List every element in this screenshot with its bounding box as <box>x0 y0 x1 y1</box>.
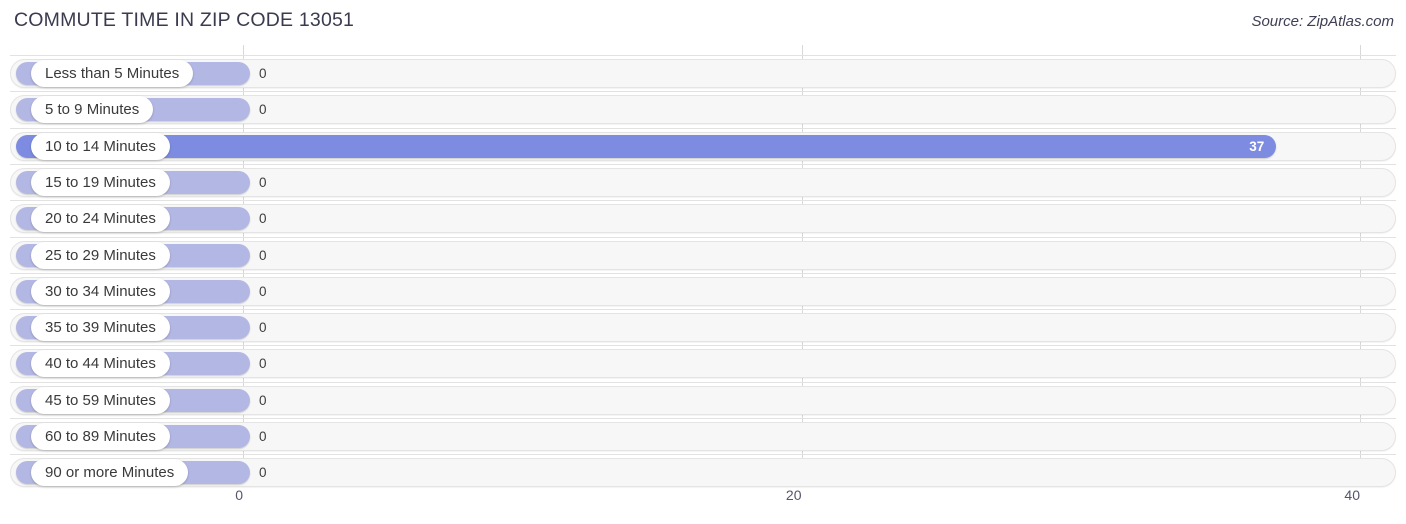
chart-row[interactable]: 37 10 to 14 Minutes <box>0 127 1406 164</box>
chart-row[interactable]: 0 5 to 9 Minutes <box>0 91 1406 127</box>
category-label: 5 to 9 Minutes <box>31 96 154 124</box>
bar-value-label: 37 <box>1249 138 1265 154</box>
page-title: COMMUTE TIME IN ZIP CODE 13051 <box>14 9 355 31</box>
bar-value-label: 0 <box>259 247 267 263</box>
row-separator <box>10 91 1396 93</box>
row-separator <box>10 345 1396 347</box>
row-separator <box>10 381 1396 383</box>
category-label: 60 to 89 Minutes <box>31 423 170 450</box>
row-separator <box>10 163 1396 165</box>
category-label: 40 to 44 Minutes <box>31 350 170 378</box>
row-separator <box>10 272 1396 274</box>
bar-value-label: 0 <box>259 211 267 227</box>
row-separator <box>10 55 1396 56</box>
bar-value-label: 0 <box>259 283 267 299</box>
category-label: 10 to 14 Minutes <box>31 132 170 160</box>
category-label: 20 to 24 Minutes <box>31 205 170 233</box>
x-axis-tick-label: 40 <box>1344 487 1360 503</box>
category-label: 15 to 19 Minutes <box>31 168 170 196</box>
x-axis: 0 20 40 <box>0 487 1406 512</box>
bar-value-label: 0 <box>259 320 267 336</box>
chart-row[interactable]: 0 90 or more Minutes <box>0 454 1406 490</box>
bar-value-label: 0 <box>259 356 267 372</box>
chart-row[interactable]: 0 40 to 44 Minutes <box>0 345 1406 381</box>
source-attribution: Source: ZipAtlas.com <box>1251 13 1394 30</box>
row-separator <box>10 454 1396 456</box>
bar[interactable]: 37 <box>16 134 1277 158</box>
row-separator <box>10 309 1396 311</box>
plot-area: 0 Less than 5 Minutes 0 5 to 9 Minutes 37 10 … <box>0 45 1406 488</box>
bar-value-label: 0 <box>259 102 267 118</box>
chart-row[interactable]: 0 15 to 19 Minutes <box>0 163 1406 200</box>
category-label: 90 or more Minutes <box>31 459 189 487</box>
category-label: 35 to 39 Minutes <box>31 314 170 342</box>
chart-row[interactable]: 0 20 to 24 Minutes <box>0 200 1406 236</box>
category-label: Less than 5 Minutes <box>31 60 194 87</box>
chart-row[interactable]: 0 30 to 34 Minutes <box>0 272 1406 309</box>
bar-value-label: 0 <box>259 465 267 481</box>
row-separator <box>10 418 1396 419</box>
bar-value-label: 0 <box>259 66 267 81</box>
category-label: 25 to 29 Minutes <box>31 241 170 269</box>
x-axis-tick-label: 0 <box>235 487 243 503</box>
category-label: 45 to 59 Minutes <box>31 386 170 414</box>
chart-row[interactable]: 0 25 to 29 Minutes <box>0 236 1406 273</box>
chart-row[interactable]: 0 60 to 89 Minutes <box>0 418 1406 454</box>
x-axis-tick-label: 20 <box>785 487 802 503</box>
bar-value-label: 0 <box>259 174 267 190</box>
category-label: 30 to 34 Minutes <box>31 277 170 305</box>
row-separator <box>10 236 1396 238</box>
row-separator <box>10 127 1396 129</box>
bar-value-label: 0 <box>259 392 267 408</box>
chart-row[interactable]: 0 45 to 59 Minutes <box>0 381 1406 418</box>
row-separator <box>10 200 1396 202</box>
chart-row[interactable]: 0 35 to 39 Minutes <box>0 309 1406 345</box>
chart-row[interactable]: 0 Less than 5 Minutes <box>0 55 1406 91</box>
bar-value-label: 0 <box>259 429 267 444</box>
commute-time-chart: COMMUTE TIME IN ZIP CODE 13051 Source: Z… <box>0 0 1406 524</box>
